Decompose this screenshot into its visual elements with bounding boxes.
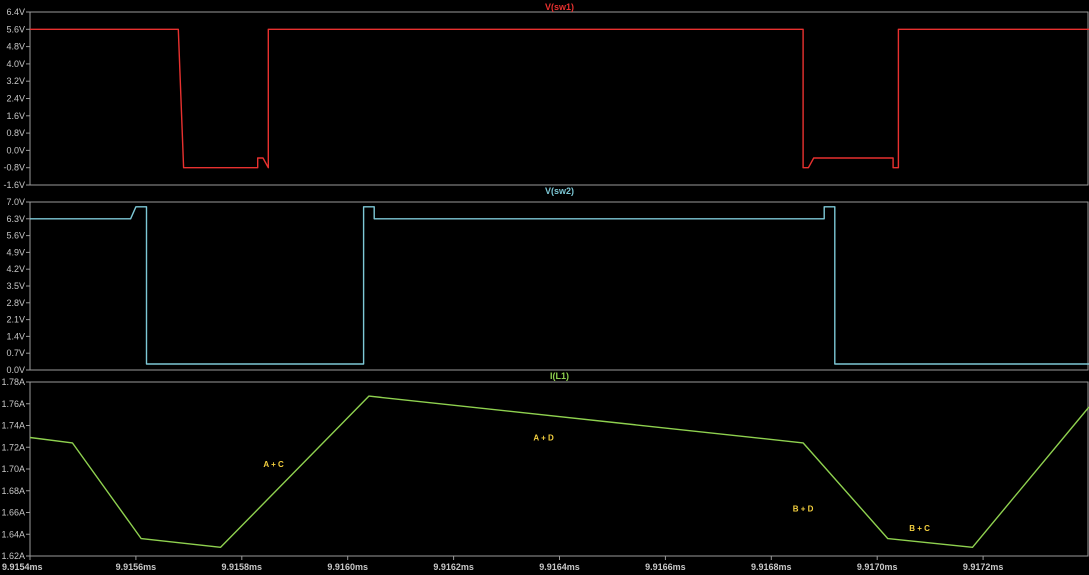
y-tick-label: 0.0V (6, 365, 25, 375)
y-tick-label: 6.4V (6, 7, 25, 17)
x-tick-label: 9.9154ms (2, 562, 43, 572)
y-tick-label: 5.6V (6, 24, 25, 34)
annotation-label: B + C (909, 524, 930, 533)
y-tick-label: -0.8V (3, 163, 25, 173)
annotation-label: A + C (263, 460, 284, 469)
y-tick-label: 1.68A (1, 486, 25, 496)
x-tick-label: 9.9170ms (857, 562, 898, 572)
y-tick-label: 3.5V (6, 281, 25, 291)
pane-title-3: I(L1) (550, 371, 569, 381)
y-tick-label: 5.6V (6, 231, 25, 241)
y-tick-label: 2.4V (6, 94, 25, 104)
y-tick-label: 0.0V (6, 145, 25, 155)
y-tick-label: 4.2V (6, 264, 25, 274)
series-line-3 (29, 395, 1089, 548)
plot-frame-2 (29, 201, 1089, 371)
annotation-label: B + D (793, 504, 814, 513)
y-tick-label: 1.4V (6, 331, 25, 341)
plot-frame-1 (29, 11, 1089, 186)
y-tick-label: 0.7V (6, 348, 25, 358)
x-tick-label: 9.9158ms (222, 562, 263, 572)
y-tick-label: 1.70A (1, 464, 25, 474)
x-tick-label: 9.9164ms (539, 562, 580, 572)
y-tick-label: 1.66A (1, 508, 25, 518)
y-tick-label: 1.72A (1, 442, 25, 452)
y-tick-label: 4.9V (6, 247, 25, 257)
y-tick-label: -1.6V (3, 180, 25, 190)
y-tick-label: 0.8V (6, 128, 25, 138)
y-tick-label: 1.64A (1, 529, 25, 539)
y-tick-label: 1.76A (1, 399, 25, 409)
y-tick-label: 1.6V (6, 111, 25, 121)
y-tick-label: 1.62A (1, 551, 25, 561)
series-line-1 (30, 28, 1089, 169)
y-tick-label: 1.78A (1, 377, 25, 387)
y-tick-label: 4.0V (6, 59, 25, 69)
x-tick-label: 9.9162ms (433, 562, 474, 572)
y-tick-label: 7.0V (6, 197, 25, 207)
x-tick-label: 9.9156ms (116, 562, 157, 572)
y-tick-label: 2.8V (6, 298, 25, 308)
pane-title-2: V(sw2) (545, 186, 574, 196)
waveform-plot: V(sw1) 6.4V 5.6V 4.8V 4.0V 3.2V 2.4V 1.6V 0.8V 0.… (1, 2, 1089, 572)
annotation-label: A + D (533, 434, 554, 443)
pane-title-1: V(sw1) (545, 2, 574, 12)
series-line-2 (30, 206, 1089, 365)
x-tick-label: 9.9160ms (327, 562, 368, 572)
y-tick-label: 1.74A (1, 421, 25, 431)
y-tick-label: 3.2V (6, 76, 25, 86)
y-tick-label: 6.3V (6, 214, 25, 224)
y-tick-label: 4.8V (6, 42, 25, 52)
y-tick-label: 2.1V (6, 315, 25, 325)
x-tick-label: 9.9172ms (963, 562, 1004, 572)
x-tick-label: 9.9168ms (751, 562, 792, 572)
x-tick-label: 9.9166ms (645, 562, 686, 572)
